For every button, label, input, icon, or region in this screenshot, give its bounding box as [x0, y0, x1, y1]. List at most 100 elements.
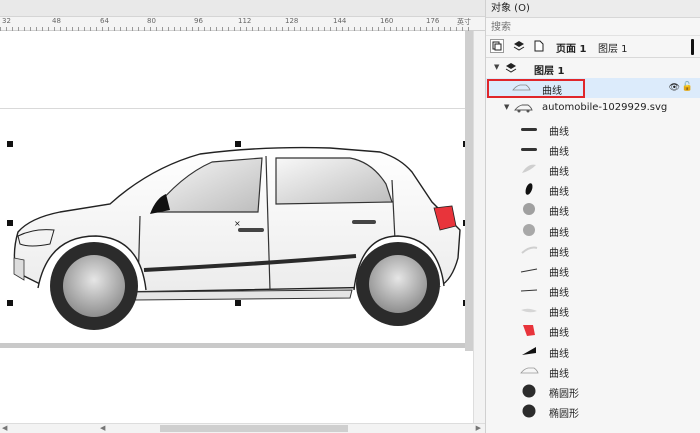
- collapse-arrow-icon[interactable]: ▼: [504, 103, 509, 111]
- ruler-tick-label: 160: [380, 17, 394, 25]
- grey-circle-icon: [523, 203, 535, 216]
- child-label: 曲线: [549, 207, 569, 219]
- scroll-left-icon[interactable]: ◀: [2, 424, 7, 432]
- scroll-right-icon[interactable]: ▶: [476, 424, 481, 432]
- horizontal-ruler[interactable]: 32 48 64 80 96 112 128 144 160 176 英寸: [0, 17, 485, 31]
- vertical-scroll-track[interactable]: [473, 31, 485, 431]
- car-outline-icon: [514, 104, 533, 113]
- unlock-icon[interactable]: 🔓: [682, 82, 693, 92]
- car-outline-icon: [512, 84, 531, 91]
- tree-row-child[interactable]: 曲线: [486, 280, 700, 300]
- drawing-canvas[interactable]: 32 48 64 80 96 112 128 144 160 176 英寸 × …: [0, 0, 485, 433]
- tree-row-child[interactable]: 曲线: [486, 341, 700, 361]
- door-handle[interactable]: [238, 228, 264, 232]
- page-view-toggle[interactable]: [490, 39, 504, 53]
- tree-row-child[interactable]: 曲线: [486, 300, 700, 320]
- rear-hubcap[interactable]: [369, 255, 427, 313]
- panel-title: 对象 (O): [486, 0, 700, 18]
- tree-row-child[interactable]: 曲线: [486, 119, 700, 139]
- objects-toolbar: 页面 1 图层 1: [486, 36, 700, 58]
- light-leaf-icon: [522, 164, 536, 173]
- tree-row-layer[interactable]: ▼ 图层 1: [486, 58, 700, 78]
- child-label: 椭圆形: [549, 389, 579, 400]
- child-label: 曲线: [549, 187, 569, 199]
- tree-row-group[interactable]: ▼ automobile-1029929.svg: [486, 98, 700, 118]
- app-window: 32 48 64 80 96 112 128 144 160 176 英寸 × …: [0, 0, 700, 433]
- panel-scroll-indicator[interactable]: [691, 39, 694, 55]
- annotation-highlight-box: [487, 79, 585, 99]
- red-taillight-icon: [523, 325, 535, 337]
- tree-row-selected-curve[interactable]: 曲线 👁 🔓: [486, 78, 700, 99]
- top-strip: [0, 0, 485, 17]
- child-label: 曲线: [549, 308, 569, 320]
- tree-row-child[interactable]: 曲线: [486, 159, 700, 179]
- current-page-label[interactable]: 页面 1: [556, 40, 586, 55]
- grille: [13, 257, 25, 281]
- search-row: [486, 18, 700, 36]
- ruler-tick-label: 176: [426, 17, 440, 25]
- car-illustration[interactable]: ×: [0, 140, 470, 335]
- ruler-tick-label: 96: [194, 17, 203, 25]
- ruler-tick-marks: [0, 27, 472, 31]
- search-input[interactable]: [491, 20, 695, 34]
- ruler-tick-label: 128: [285, 17, 299, 25]
- dark-circle-icon: [522, 404, 536, 418]
- child-label: 曲线: [549, 247, 569, 259]
- tree-row-child[interactable]: 曲线: [486, 220, 700, 240]
- page-icon: [534, 40, 544, 52]
- objects-panel: 对象 (O) 页面 1 图层 1 ▼ 图层 1: [485, 0, 700, 433]
- light-smear-icon: [521, 308, 537, 313]
- ruler-tick-label: 144: [333, 17, 347, 25]
- ruler-tick-label: 48: [52, 17, 61, 25]
- tree-row-child[interactable]: 曲线: [486, 361, 700, 381]
- tree-row-child[interactable]: 曲线: [486, 240, 700, 260]
- layer-label: 图层 1: [534, 66, 565, 77]
- layers-view-toggle[interactable]: [512, 39, 526, 53]
- ruler-tick-label: 32: [2, 17, 11, 25]
- child-label: 曲线: [549, 288, 569, 300]
- vertical-scrollbar-thumb[interactable]: [465, 31, 473, 351]
- tree-row-child[interactable]: 曲线: [486, 179, 700, 199]
- child-label: 曲线: [549, 166, 569, 178]
- selected-curve-label: 曲线: [542, 86, 562, 98]
- car-outline-icon: [520, 367, 539, 374]
- light-arc-icon: [521, 246, 538, 254]
- tree-row-child[interactable]: 椭圆形: [486, 401, 700, 421]
- ruler-tick-label: 64: [100, 17, 109, 25]
- layer-icon: [505, 63, 517, 73]
- horizontal-scrollbar-thumb[interactable]: [160, 425, 348, 432]
- black-ellipse-icon: [525, 183, 533, 195]
- scroll-left-icon[interactable]: ◀: [100, 424, 105, 432]
- door-handle[interactable]: [352, 220, 376, 224]
- tree-row-child[interactable]: 曲线: [486, 320, 700, 340]
- child-label: 曲线: [549, 267, 569, 279]
- object-tree: ▼ 图层 1 曲线 👁 🔓 ▼ automobile-1029929.svg 曲…: [486, 58, 700, 421]
- thin-line-icon: [520, 289, 538, 292]
- tree-row-child[interactable]: 椭圆形: [486, 381, 700, 401]
- child-label: 曲线: [549, 227, 569, 239]
- ruler-tick-label: 112: [238, 17, 252, 25]
- dark-bar-icon: [521, 127, 537, 131]
- tree-row-child[interactable]: 曲线: [486, 260, 700, 280]
- dark-circle-icon: [522, 384, 536, 398]
- child-label: 曲线: [549, 126, 569, 138]
- ruler-tick-label: 80: [147, 17, 156, 25]
- eye-icon[interactable]: 👁: [669, 83, 680, 93]
- child-label: 曲线: [549, 348, 569, 360]
- black-wedge-icon: [522, 346, 536, 355]
- dark-bar-icon: [521, 147, 537, 151]
- page-shadow: [0, 343, 470, 348]
- grey-circle-icon: [523, 223, 535, 236]
- child-label: 曲线: [549, 146, 569, 158]
- page-toggle[interactable]: [532, 39, 546, 53]
- layers-icon: [513, 41, 525, 51]
- ruler-unit-label: 英寸: [457, 18, 471, 26]
- group-label: automobile-1029929.svg: [542, 102, 668, 114]
- current-layer-tab[interactable]: 图层 1: [598, 40, 628, 55]
- child-label: 曲线: [549, 368, 569, 380]
- tree-row-child[interactable]: 曲线: [486, 199, 700, 219]
- collapse-arrow-icon[interactable]: ▼: [494, 63, 499, 71]
- front-hubcap[interactable]: [63, 255, 125, 317]
- origin-marker: ×: [234, 219, 241, 228]
- tree-row-child[interactable]: 曲线: [486, 139, 700, 159]
